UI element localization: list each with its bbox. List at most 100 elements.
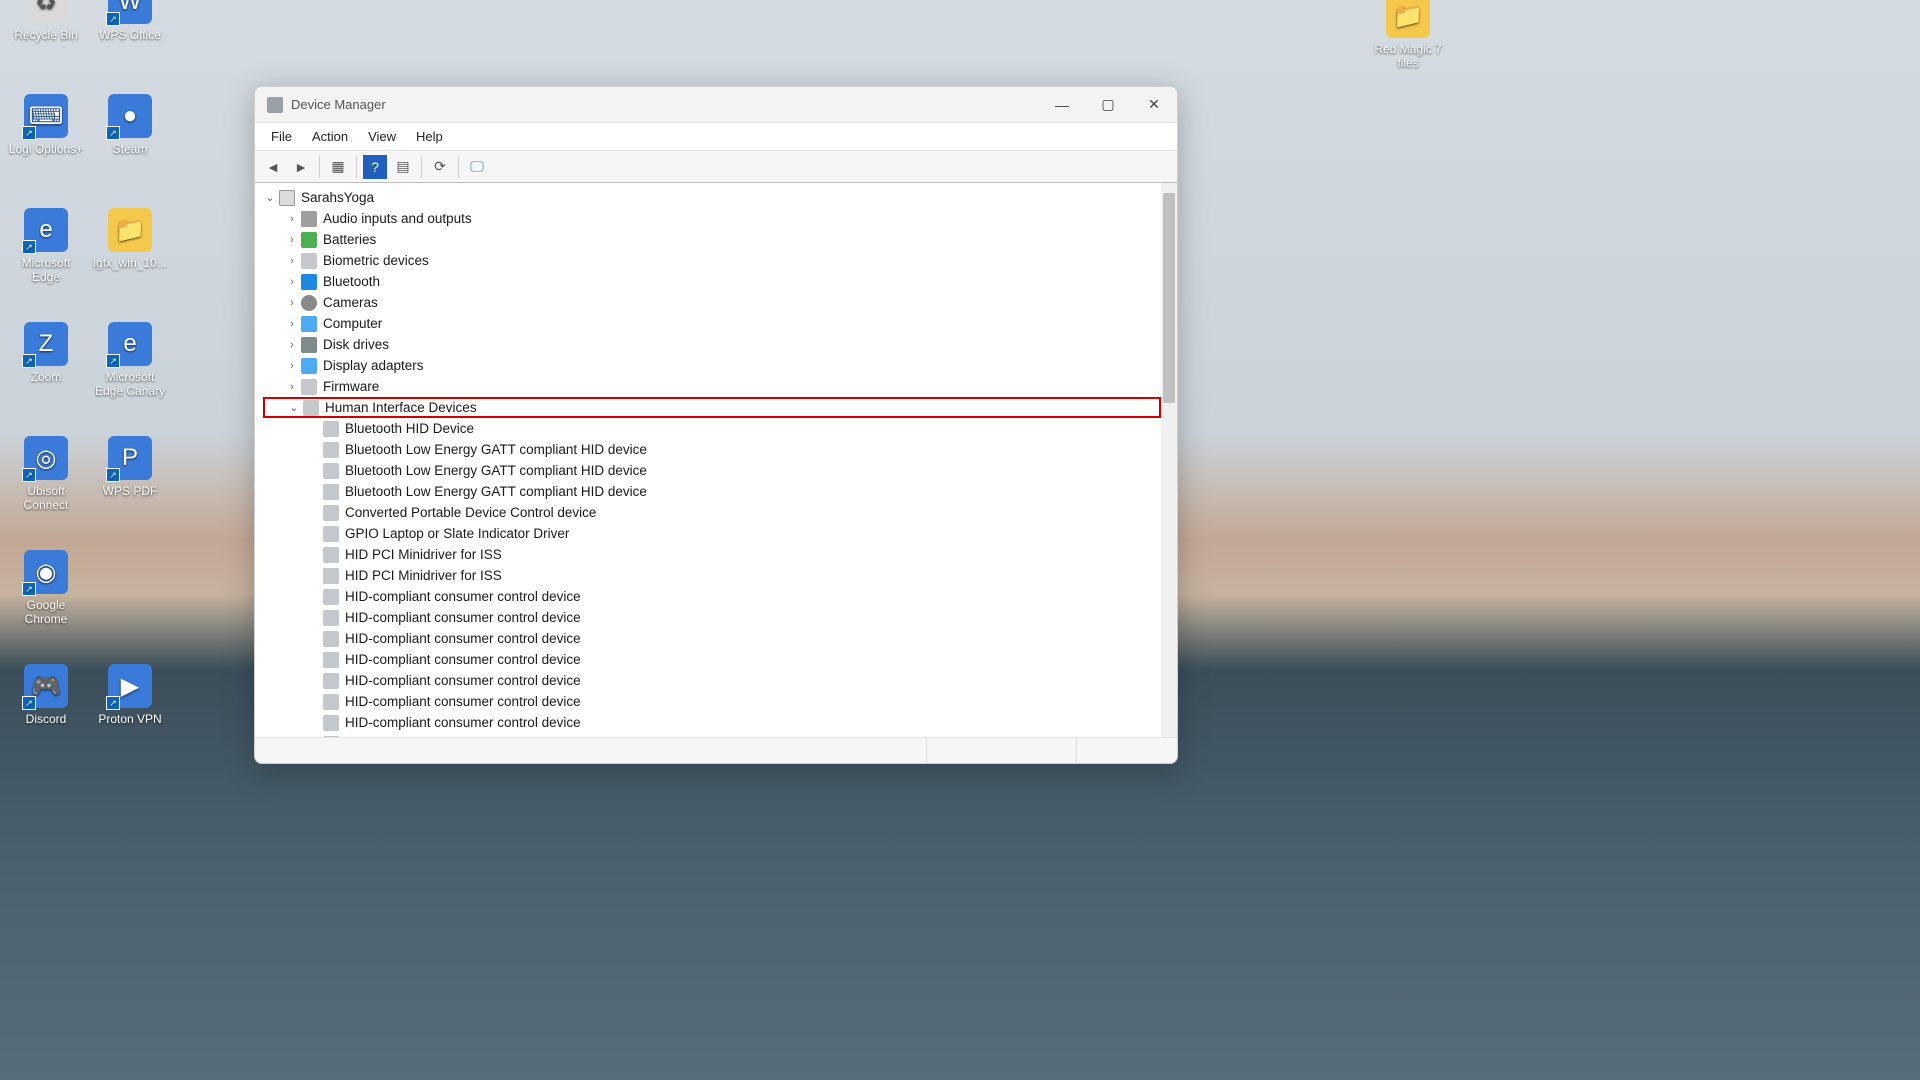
- expand-arrow-icon[interactable]: ⌄: [263, 191, 277, 204]
- tree-label: Batteries: [323, 232, 376, 247]
- forward-button[interactable]: ►: [289, 155, 313, 179]
- tree-row[interactable]: ▸HID-compliant consumer control device: [263, 670, 1161, 691]
- tree-row[interactable]: ›Audio inputs and outputs: [263, 208, 1161, 229]
- menu-file[interactable]: File: [263, 127, 300, 146]
- expand-arrow-icon[interactable]: ›: [285, 297, 299, 309]
- maximize-button[interactable]: ▢: [1085, 87, 1131, 123]
- tree-label: HID-compliant consumer control device: [345, 715, 581, 730]
- desktop-icon[interactable]: P↗WPS PDF: [90, 436, 170, 498]
- expand-arrow-icon[interactable]: ›: [285, 318, 299, 330]
- tree-row[interactable]: ›Display adapters: [263, 355, 1161, 376]
- app-icon: ⌨↗: [24, 94, 68, 138]
- desktop-icon[interactable]: e↗ Microsoft Edge Canary: [90, 322, 170, 398]
- desktop-icon-label: WPS Office: [90, 28, 170, 42]
- expand-arrow-icon[interactable]: ›: [285, 360, 299, 372]
- expand-arrow-icon[interactable]: ›: [285, 255, 299, 267]
- tree-row[interactable]: ▸Bluetooth HID Device: [263, 418, 1161, 439]
- desktop-icon[interactable]: ⌨↗Logi Options+: [6, 94, 86, 156]
- show-hidden-button[interactable]: ▦: [326, 155, 350, 179]
- desktop-icon-label: igfx_win_10...: [90, 256, 170, 270]
- desktop-icon[interactable]: ♻Recycle Bin: [6, 0, 86, 42]
- tree-row[interactable]: ▸HID PCI Minidriver for ISS: [263, 565, 1161, 586]
- cam-icon: [301, 295, 317, 311]
- app-icon: ♻: [24, 0, 68, 24]
- menu-help[interactable]: Help: [408, 127, 451, 146]
- desktop-icon[interactable]: 📁igfx_win_10...: [90, 208, 170, 270]
- disk-icon: [301, 337, 317, 353]
- expand-arrow-icon[interactable]: ›: [285, 381, 299, 393]
- hid-icon: [323, 631, 339, 647]
- desktop-icon-label: Red Magic 7 files: [1368, 42, 1448, 70]
- app-icon: e↗: [108, 322, 152, 366]
- desktop-icon[interactable]: 📁 Red Magic 7 files: [1368, 0, 1448, 70]
- tree-row[interactable]: ▸HID-compliant consumer control device: [263, 691, 1161, 712]
- back-button[interactable]: ◄: [261, 155, 285, 179]
- app-icon: e↗: [24, 208, 68, 252]
- desktop-icon-label: Microsoft Edge Canary: [90, 370, 170, 398]
- expand-arrow-icon[interactable]: ›: [285, 339, 299, 351]
- tree-row[interactable]: ›Cameras: [263, 292, 1161, 313]
- device-tree[interactable]: ⌄SarahsYoga›Audio inputs and outputs›Bat…: [255, 183, 1161, 737]
- tree-row[interactable]: ›Biometric devices: [263, 250, 1161, 271]
- expand-arrow-icon[interactable]: ⌄: [287, 401, 301, 414]
- tree-row[interactable]: ▸HID-compliant consumer control device: [263, 628, 1161, 649]
- tree-row[interactable]: ▸HID-compliant consumer control device: [263, 649, 1161, 670]
- tree-row[interactable]: › Batteries: [263, 229, 1161, 250]
- app-icon: [267, 97, 283, 113]
- tree-label: Converted Portable Device Control device: [345, 505, 596, 520]
- monitor-button[interactable]: 🖵: [465, 155, 489, 179]
- tree-row[interactable]: ▸Bluetooth Low Energy GATT compliant HID…: [263, 439, 1161, 460]
- desktop-icon-label: Zoom: [6, 370, 86, 384]
- menu-action[interactable]: Action: [304, 127, 356, 146]
- titlebar[interactable]: Device Manager — ▢ ✕: [255, 87, 1177, 123]
- tree-row[interactable]: ▸HID-compliant consumer control device: [263, 607, 1161, 628]
- scrollbar-thumb[interactable]: [1163, 193, 1175, 403]
- tree-label: Bluetooth: [323, 274, 380, 289]
- tree-row[interactable]: ▸HID PCI Minidriver for ISS: [263, 544, 1161, 565]
- tree-row[interactable]: ›Computer: [263, 313, 1161, 334]
- desktop-icon[interactable]: ◎↗Ubisoft Connect: [6, 436, 86, 512]
- tree-row[interactable]: › Bluetooth: [263, 271, 1161, 292]
- tree-row[interactable]: ▸Bluetooth Low Energy GATT compliant HID…: [263, 460, 1161, 481]
- desktop-icon[interactable]: ▶↗Proton VPN: [90, 664, 170, 726]
- tree-row[interactable]: ▸HID-compliant consumer control device: [263, 586, 1161, 607]
- expand-arrow-icon[interactable]: ›: [285, 276, 299, 288]
- tree-label: HID-compliant consumer control device: [345, 631, 581, 646]
- desktop-icon[interactable]: 🎮↗Discord: [6, 664, 86, 726]
- close-button[interactable]: ✕: [1131, 87, 1177, 123]
- tree-row[interactable]: ⌄Human Interface Devices: [263, 397, 1161, 418]
- desktop-icon[interactable]: W↗WPS Office: [90, 0, 170, 42]
- menu-view[interactable]: View: [360, 127, 404, 146]
- tree-label: HID PCI Minidriver for ISS: [345, 547, 502, 562]
- scan-button[interactable]: ⟳: [428, 155, 452, 179]
- desktop-icon[interactable]: ◉↗Google Chrome: [6, 550, 86, 626]
- desktop-icon-label: Steam: [90, 142, 170, 156]
- expand-arrow-icon[interactable]: ›: [285, 213, 299, 225]
- app-icon: 📁: [1386, 0, 1430, 38]
- tree-row[interactable]: ▸Bluetooth Low Energy GATT compliant HID…: [263, 481, 1161, 502]
- toolbar: ◄ ► ▦ ? ▤ ⟳ 🖵: [255, 151, 1177, 183]
- properties-button[interactable]: ▤: [391, 155, 415, 179]
- tree-row[interactable]: ▸HID-compliant consumer control device: [263, 712, 1161, 733]
- expand-arrow-icon[interactable]: ›: [285, 234, 299, 246]
- tree-row[interactable]: ▸Converted Portable Device Control devic…: [263, 502, 1161, 523]
- minimize-button[interactable]: —: [1039, 87, 1085, 123]
- hid-icon: [323, 547, 339, 563]
- hid-icon: [323, 463, 339, 479]
- tree-row[interactable]: ⌄SarahsYoga: [263, 187, 1161, 208]
- tree-row[interactable]: ▸GPIO Laptop or Slate Indicator Driver: [263, 523, 1161, 544]
- tree-area: ⌄SarahsYoga›Audio inputs and outputs›Bat…: [255, 183, 1177, 737]
- scrollbar[interactable]: [1161, 183, 1177, 737]
- hid-icon: [323, 484, 339, 500]
- tree-row[interactable]: ›Firmware: [263, 376, 1161, 397]
- desktop-icon[interactable]: Z↗Zoom: [6, 322, 86, 384]
- hid-icon: [323, 715, 339, 731]
- tree-label: Disk drives: [323, 337, 389, 352]
- app-icon: ◉↗: [24, 550, 68, 594]
- desktop-icon[interactable]: ●↗Steam: [90, 94, 170, 156]
- tree-row[interactable]: › Disk drives: [263, 334, 1161, 355]
- desktop-icon[interactable]: e↗Microsoft Edge: [6, 208, 86, 284]
- mon-icon: [301, 358, 317, 374]
- app-icon: ▶↗: [108, 664, 152, 708]
- help-button[interactable]: ?: [363, 155, 387, 179]
